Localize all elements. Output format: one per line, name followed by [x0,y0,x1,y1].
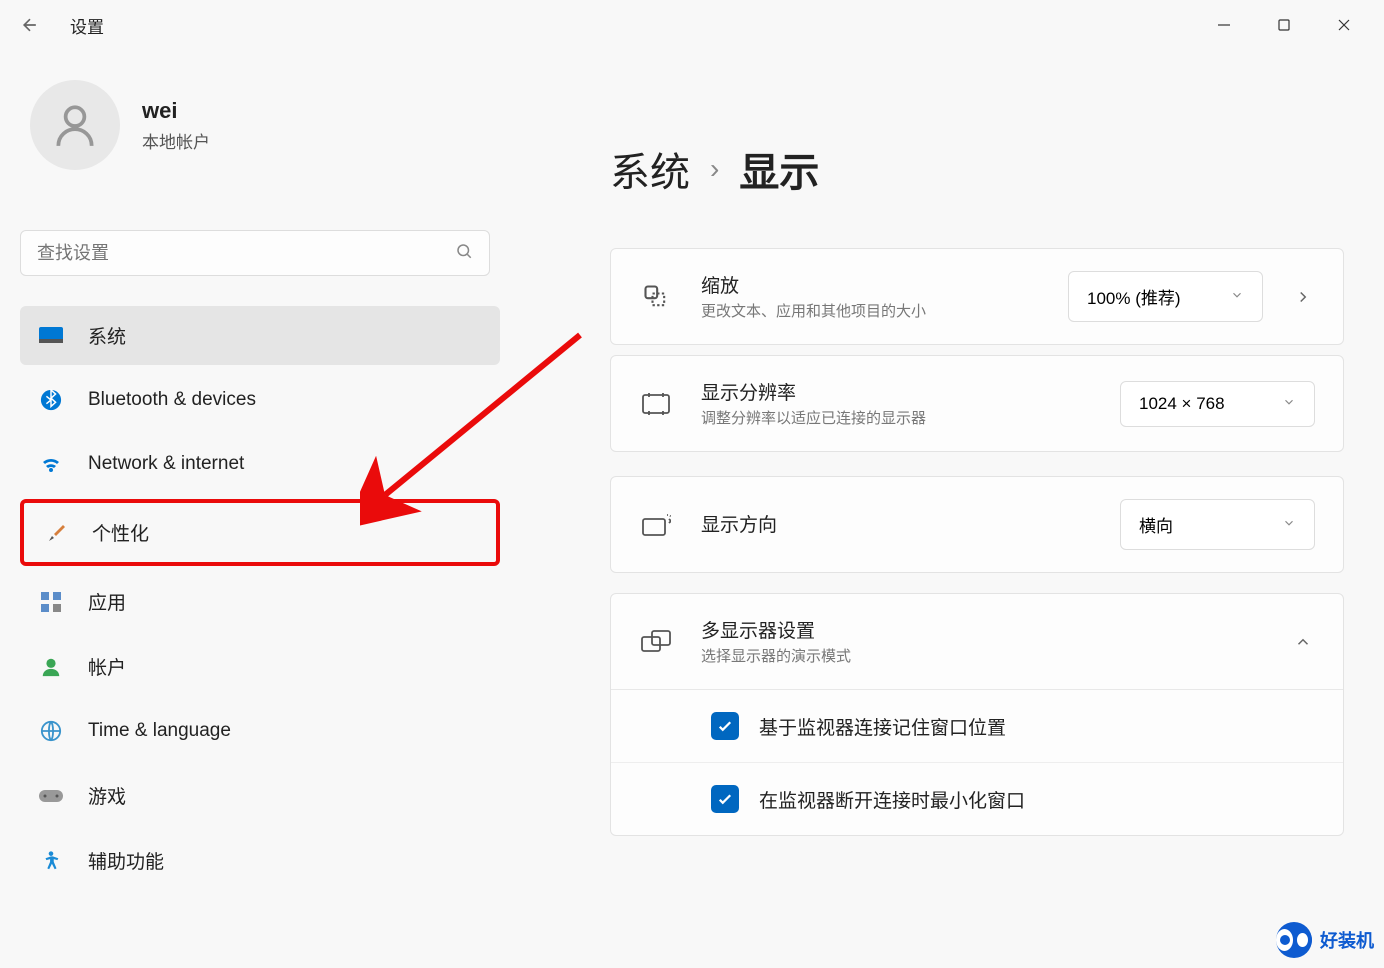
profile-name: wei [142,98,210,124]
select-value: 1024 × 768 [1139,394,1225,414]
titlebar: 设置 [0,0,1384,50]
watermark: 好装机 [1276,922,1374,958]
chevron-down-icon [1282,515,1296,535]
select-value: 100% (推荐) [1087,284,1181,309]
nav-label: Time & language [88,720,231,742]
accessibility-icon [38,848,64,874]
chevron-down-icon [1282,394,1296,414]
system-icon [38,323,64,349]
breadcrumb-current: 显示 [739,140,819,198]
nav-system[interactable]: 系统 [20,306,500,365]
wifi-icon [38,451,64,477]
checkbox-label: 在监视器断开连接时最小化窗口 [759,786,1025,813]
sidebar: wei 本地帐户 系统 Bluetooth & device [0,50,500,968]
nav-accessibility[interactable]: 辅助功能 [20,831,500,890]
nav-label: Bluetooth & devices [88,389,256,411]
multi-display-header[interactable]: 多显示器设置 选择显示器的演示模式 [611,594,1343,689]
nav-label: 游戏 [88,782,126,809]
search-box[interactable] [20,230,490,276]
setting-title: 缩放 [701,271,1040,298]
profile-section[interactable]: wei 本地帐户 [20,80,500,210]
checkbox-checked[interactable] [711,712,739,740]
nav-accounts[interactable]: 帐户 [20,637,500,696]
setting-multi-display: 多显示器设置 选择显示器的演示模式 基于监视器连接记住窗口位置 [610,593,1344,836]
nav-apps[interactable]: 应用 [20,572,500,631]
search-icon [455,242,473,265]
minimize-button[interactable] [1194,5,1254,45]
search-input[interactable] [37,243,455,264]
avatar [30,80,120,170]
nav-personalization[interactable]: 个性化 [20,499,500,566]
nav-label: 辅助功能 [88,847,164,874]
nav-gaming[interactable]: 游戏 [20,766,500,825]
account-icon [38,654,64,680]
select-value: 横向 [1139,512,1173,537]
content-area: 系统 › 显示 缩放 更改文本、应用和其他项目的大小 100% (推荐) [500,50,1384,968]
nav-network[interactable]: Network & internet [20,435,500,493]
globe-icon [38,718,64,744]
gamepad-icon [38,783,64,809]
resolution-select[interactable]: 1024 × 768 [1120,381,1315,427]
checkbox-label: 基于监视器连接记住窗口位置 [759,713,1006,740]
bluetooth-icon [38,387,64,413]
watermark-icon [1276,922,1312,958]
watermark-text: 好装机 [1320,927,1374,953]
scale-icon [639,280,673,314]
orientation-icon [639,508,673,542]
multi-display-icon [639,625,673,659]
setting-desc: 更改文本、应用和其他项目的大小 [701,301,1040,322]
scale-select[interactable]: 100% (推荐) [1068,271,1263,322]
checkbox-row-remember-position[interactable]: 基于监视器连接记住窗口位置 [611,690,1343,763]
nav-time-language[interactable]: Time & language [20,702,500,760]
nav-label: Network & internet [88,453,244,475]
setting-orientation[interactable]: 显示方向 横向 [610,476,1344,573]
nav-label: 应用 [88,588,126,615]
setting-title: 显示分辨率 [701,378,1092,405]
breadcrumb-parent[interactable]: 系统 [610,140,690,198]
maximize-button[interactable] [1254,5,1314,45]
setting-desc: 调整分辨率以适应已连接的显示器 [701,408,1092,429]
app-title: 设置 [70,13,104,38]
window-controls [1194,5,1374,45]
setting-resolution[interactable]: 显示分辨率 调整分辨率以适应已连接的显示器 1024 × 768 [610,355,1344,452]
orientation-select[interactable]: 横向 [1120,499,1315,550]
collapse-button[interactable] [1291,630,1315,654]
nav-label: 帐户 [88,653,126,680]
chevron-right-icon: › [710,153,719,185]
profile-type: 本地帐户 [142,128,210,153]
close-button[interactable] [1314,5,1374,45]
setting-desc: 选择显示器的演示模式 [701,646,1263,667]
nav-label: 系统 [88,322,126,349]
setting-title: 显示方向 [701,510,1092,537]
nav-bluetooth[interactable]: Bluetooth & devices [20,371,500,429]
setting-scale[interactable]: 缩放 更改文本、应用和其他项目的大小 100% (推荐) [610,248,1344,345]
checkbox-checked[interactable] [711,785,739,813]
chevron-down-icon [1230,287,1244,307]
apps-icon [38,589,64,615]
nav-label: 个性化 [92,519,149,546]
resolution-icon [639,387,673,421]
nav-list: 系统 Bluetooth & devices Network & interne… [20,306,500,890]
brush-icon [42,520,68,546]
checkbox-row-minimize-on-disconnect[interactable]: 在监视器断开连接时最小化窗口 [611,763,1343,835]
expand-button[interactable] [1291,285,1315,309]
setting-title: 多显示器设置 [701,616,1263,643]
breadcrumb: 系统 › 显示 [610,140,1344,198]
back-button[interactable] [10,5,50,45]
